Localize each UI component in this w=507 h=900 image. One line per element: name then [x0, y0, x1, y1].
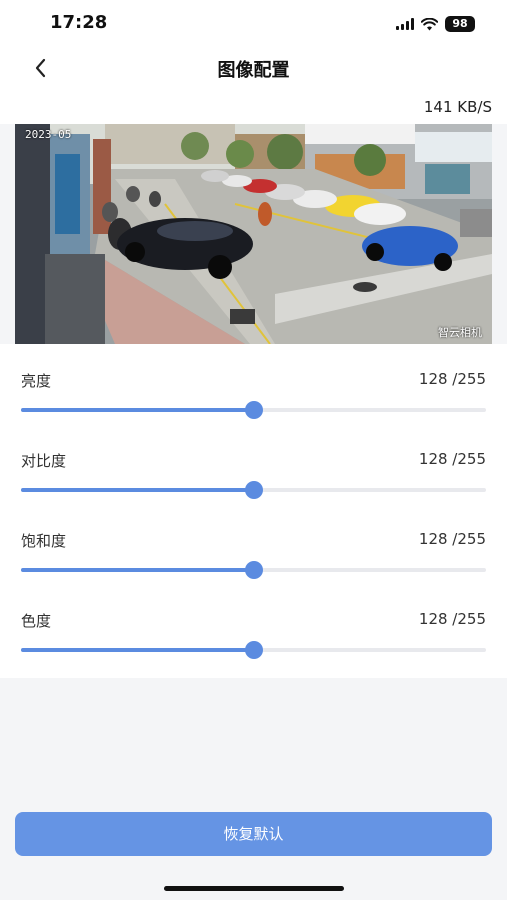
camera-watermark: 智云相机 [438, 326, 482, 339]
hue-slider[interactable] [21, 641, 486, 659]
bitrate-text: 141 KB/S [423, 98, 492, 116]
saturation-setting: 饱和度 128 /255 [0, 504, 507, 584]
status-icons: 98 [396, 16, 475, 32]
brightness-slider[interactable] [21, 401, 486, 419]
battery-icon: 98 [445, 16, 475, 32]
status-bar: 17:28 98 [0, 0, 507, 44]
saturation-slider-thumb[interactable] [245, 561, 264, 579]
status-time: 17:28 [50, 12, 108, 33]
saturation-value: 128 /255 [418, 530, 486, 548]
brightness-setting: 亮度 128 /255 [0, 344, 507, 424]
camera-preview-image [15, 124, 492, 344]
image-settings-panel: 亮度 128 /255 对比度 128 /255 饱和度 128 /255 色度… [0, 344, 507, 678]
stream-info-row: 141 KB/S [0, 92, 507, 124]
contrast-slider-fill [21, 488, 255, 492]
hue-label: 色度 [21, 612, 52, 630]
contrast-value: 128 /255 [418, 450, 486, 468]
nav-bar: 图像配置 [0, 44, 507, 92]
contrast-slider-thumb[interactable] [245, 481, 264, 499]
signal-bars-icon [396, 18, 414, 30]
image-config-screen: 17:28 98 图像配置 141 KB/S 2023-05 智云相机 亮度 1… [0, 0, 507, 900]
brightness-slider-fill [21, 408, 255, 412]
hue-value: 128 /255 [418, 610, 486, 628]
wifi-icon [421, 17, 438, 30]
reset-defaults-button[interactable]: 恢复默认 [15, 812, 492, 856]
camera-timestamp: 2023-05 [25, 128, 72, 141]
hue-slider-thumb[interactable] [245, 641, 264, 659]
saturation-label: 饱和度 [21, 532, 67, 550]
contrast-label: 对比度 [21, 452, 67, 470]
home-indicator [164, 886, 344, 891]
page-title: 图像配置 [217, 60, 290, 81]
hue-setting: 色度 128 /255 [0, 584, 507, 664]
contrast-slider[interactable] [21, 481, 486, 499]
brightness-slider-thumb[interactable] [245, 401, 264, 419]
camera-preview[interactable]: 2023-05 智云相机 [15, 124, 492, 344]
contrast-setting: 对比度 128 /255 [0, 424, 507, 504]
hue-slider-fill [21, 648, 255, 652]
saturation-slider-fill [21, 568, 255, 572]
saturation-slider[interactable] [21, 561, 486, 579]
brightness-value: 128 /255 [418, 370, 486, 388]
brightness-label: 亮度 [21, 372, 52, 390]
